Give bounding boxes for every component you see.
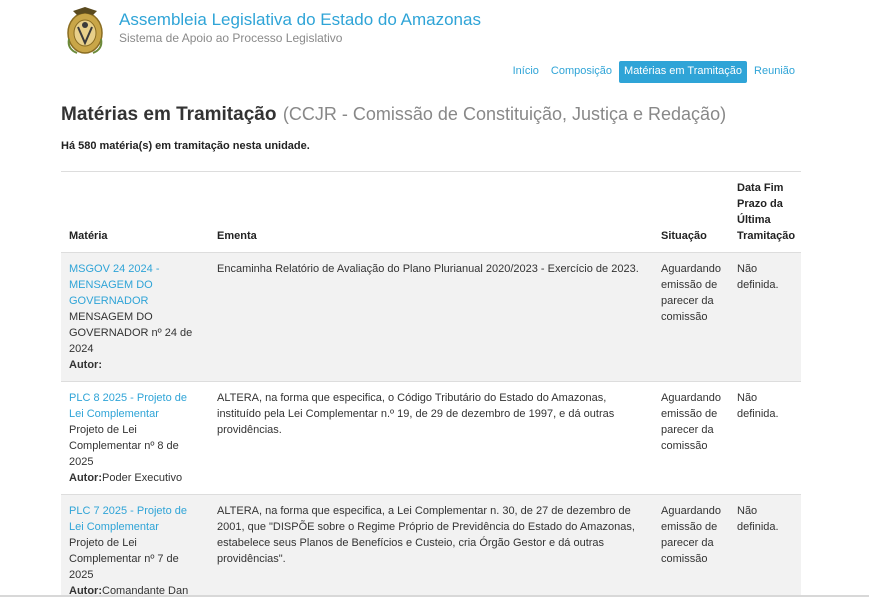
page: Assembleia Legislativa do Estado do Amaz…: [0, 0, 869, 597]
autor-label: Autor:: [69, 359, 102, 371]
header-situacao: Situação: [653, 172, 729, 253]
cell-materia: PLC 7 2025 - Projeto de Lei Complementar…: [61, 494, 209, 597]
nav-materias-em-tramitacao[interactable]: Matérias em Tramitação: [619, 61, 748, 83]
cell-situacao: Aguardando emissão de parecer da comissã…: [653, 494, 729, 597]
cell-materia: MSGOV 24 2024 - MENSAGEM DO GOVERNADOR M…: [61, 252, 209, 382]
materias-count: Há 580 matéria(s) em tramitação nesta un…: [61, 140, 310, 152]
cell-situacao: Aguardando emissão de parecer da comissã…: [653, 381, 729, 495]
materia-description: MENSAGEM DO GOVERNADOR nº 24 de 2024: [69, 311, 193, 355]
site-subtitle: Sistema de Apoio ao Processo Legislativo: [119, 31, 343, 45]
materias-table-container: Matéria Ementa Situação Data Fim Prazo d…: [61, 171, 801, 597]
header-prazo: Data Fim Prazo da Última Tramitação: [729, 172, 801, 253]
table-header-row: Matéria Ementa Situação Data Fim Prazo d…: [61, 172, 801, 253]
materia-link[interactable]: MSGOV 24 2024 - MENSAGEM DO GOVERNADOR: [69, 263, 160, 307]
autor-value: Poder Executivo: [102, 472, 183, 484]
page-heading: Matérias em Tramitação (CCJR - Comissão …: [61, 104, 726, 126]
cell-prazo: Não definida.: [729, 381, 801, 495]
header-materia: Matéria: [61, 172, 209, 253]
cell-prazo: Não definida.: [729, 494, 801, 597]
table-row: MSGOV 24 2024 - MENSAGEM DO GOVERNADOR M…: [61, 252, 801, 382]
main-nav: Início Composição Matérias em Tramitação…: [508, 61, 800, 83]
cell-situacao: Aguardando emissão de parecer da comissã…: [653, 252, 729, 382]
nav-composicao[interactable]: Composição: [546, 61, 617, 83]
materia-link[interactable]: PLC 8 2025 - Projeto de Lei Complementar: [69, 392, 187, 420]
cell-ementa: ALTERA, na forma que especifica, o Códig…: [209, 381, 653, 495]
header-ementa: Ementa: [209, 172, 653, 253]
cell-ementa: ALTERA, na forma que especifica, a Lei C…: [209, 494, 653, 597]
materias-table: Matéria Ementa Situação Data Fim Prazo d…: [61, 172, 801, 597]
cell-materia: PLC 8 2025 - Projeto de Lei Complementar…: [61, 381, 209, 495]
page-title: Matérias em Tramitação: [61, 104, 277, 125]
site-title[interactable]: Assembleia Legislativa do Estado do Amaz…: [119, 10, 481, 30]
materia-description: Projeto de Lei Complementar nº 8 de 2025: [69, 424, 179, 468]
nav-reuniao[interactable]: Reunião: [749, 61, 800, 83]
coat-of-arms-icon[interactable]: [63, 3, 107, 57]
cell-prazo: Não definida.: [729, 252, 801, 382]
table-row: PLC 8 2025 - Projeto de Lei Complementar…: [61, 381, 801, 495]
autor-label: Autor:: [69, 472, 102, 484]
materia-link[interactable]: PLC 7 2025 - Projeto de Lei Complementar: [69, 505, 187, 533]
page-subtitle: (CCJR - Comissão de Constituição, Justiç…: [282, 104, 727, 124]
cell-ementa: Encaminha Relatório de Avaliação do Plan…: [209, 252, 653, 382]
table-row: PLC 7 2025 - Projeto de Lei Complementar…: [61, 494, 801, 597]
materia-description: Projeto de Lei Complementar nº 7 de 2025: [69, 537, 179, 581]
nav-inicio[interactable]: Início: [508, 61, 544, 83]
